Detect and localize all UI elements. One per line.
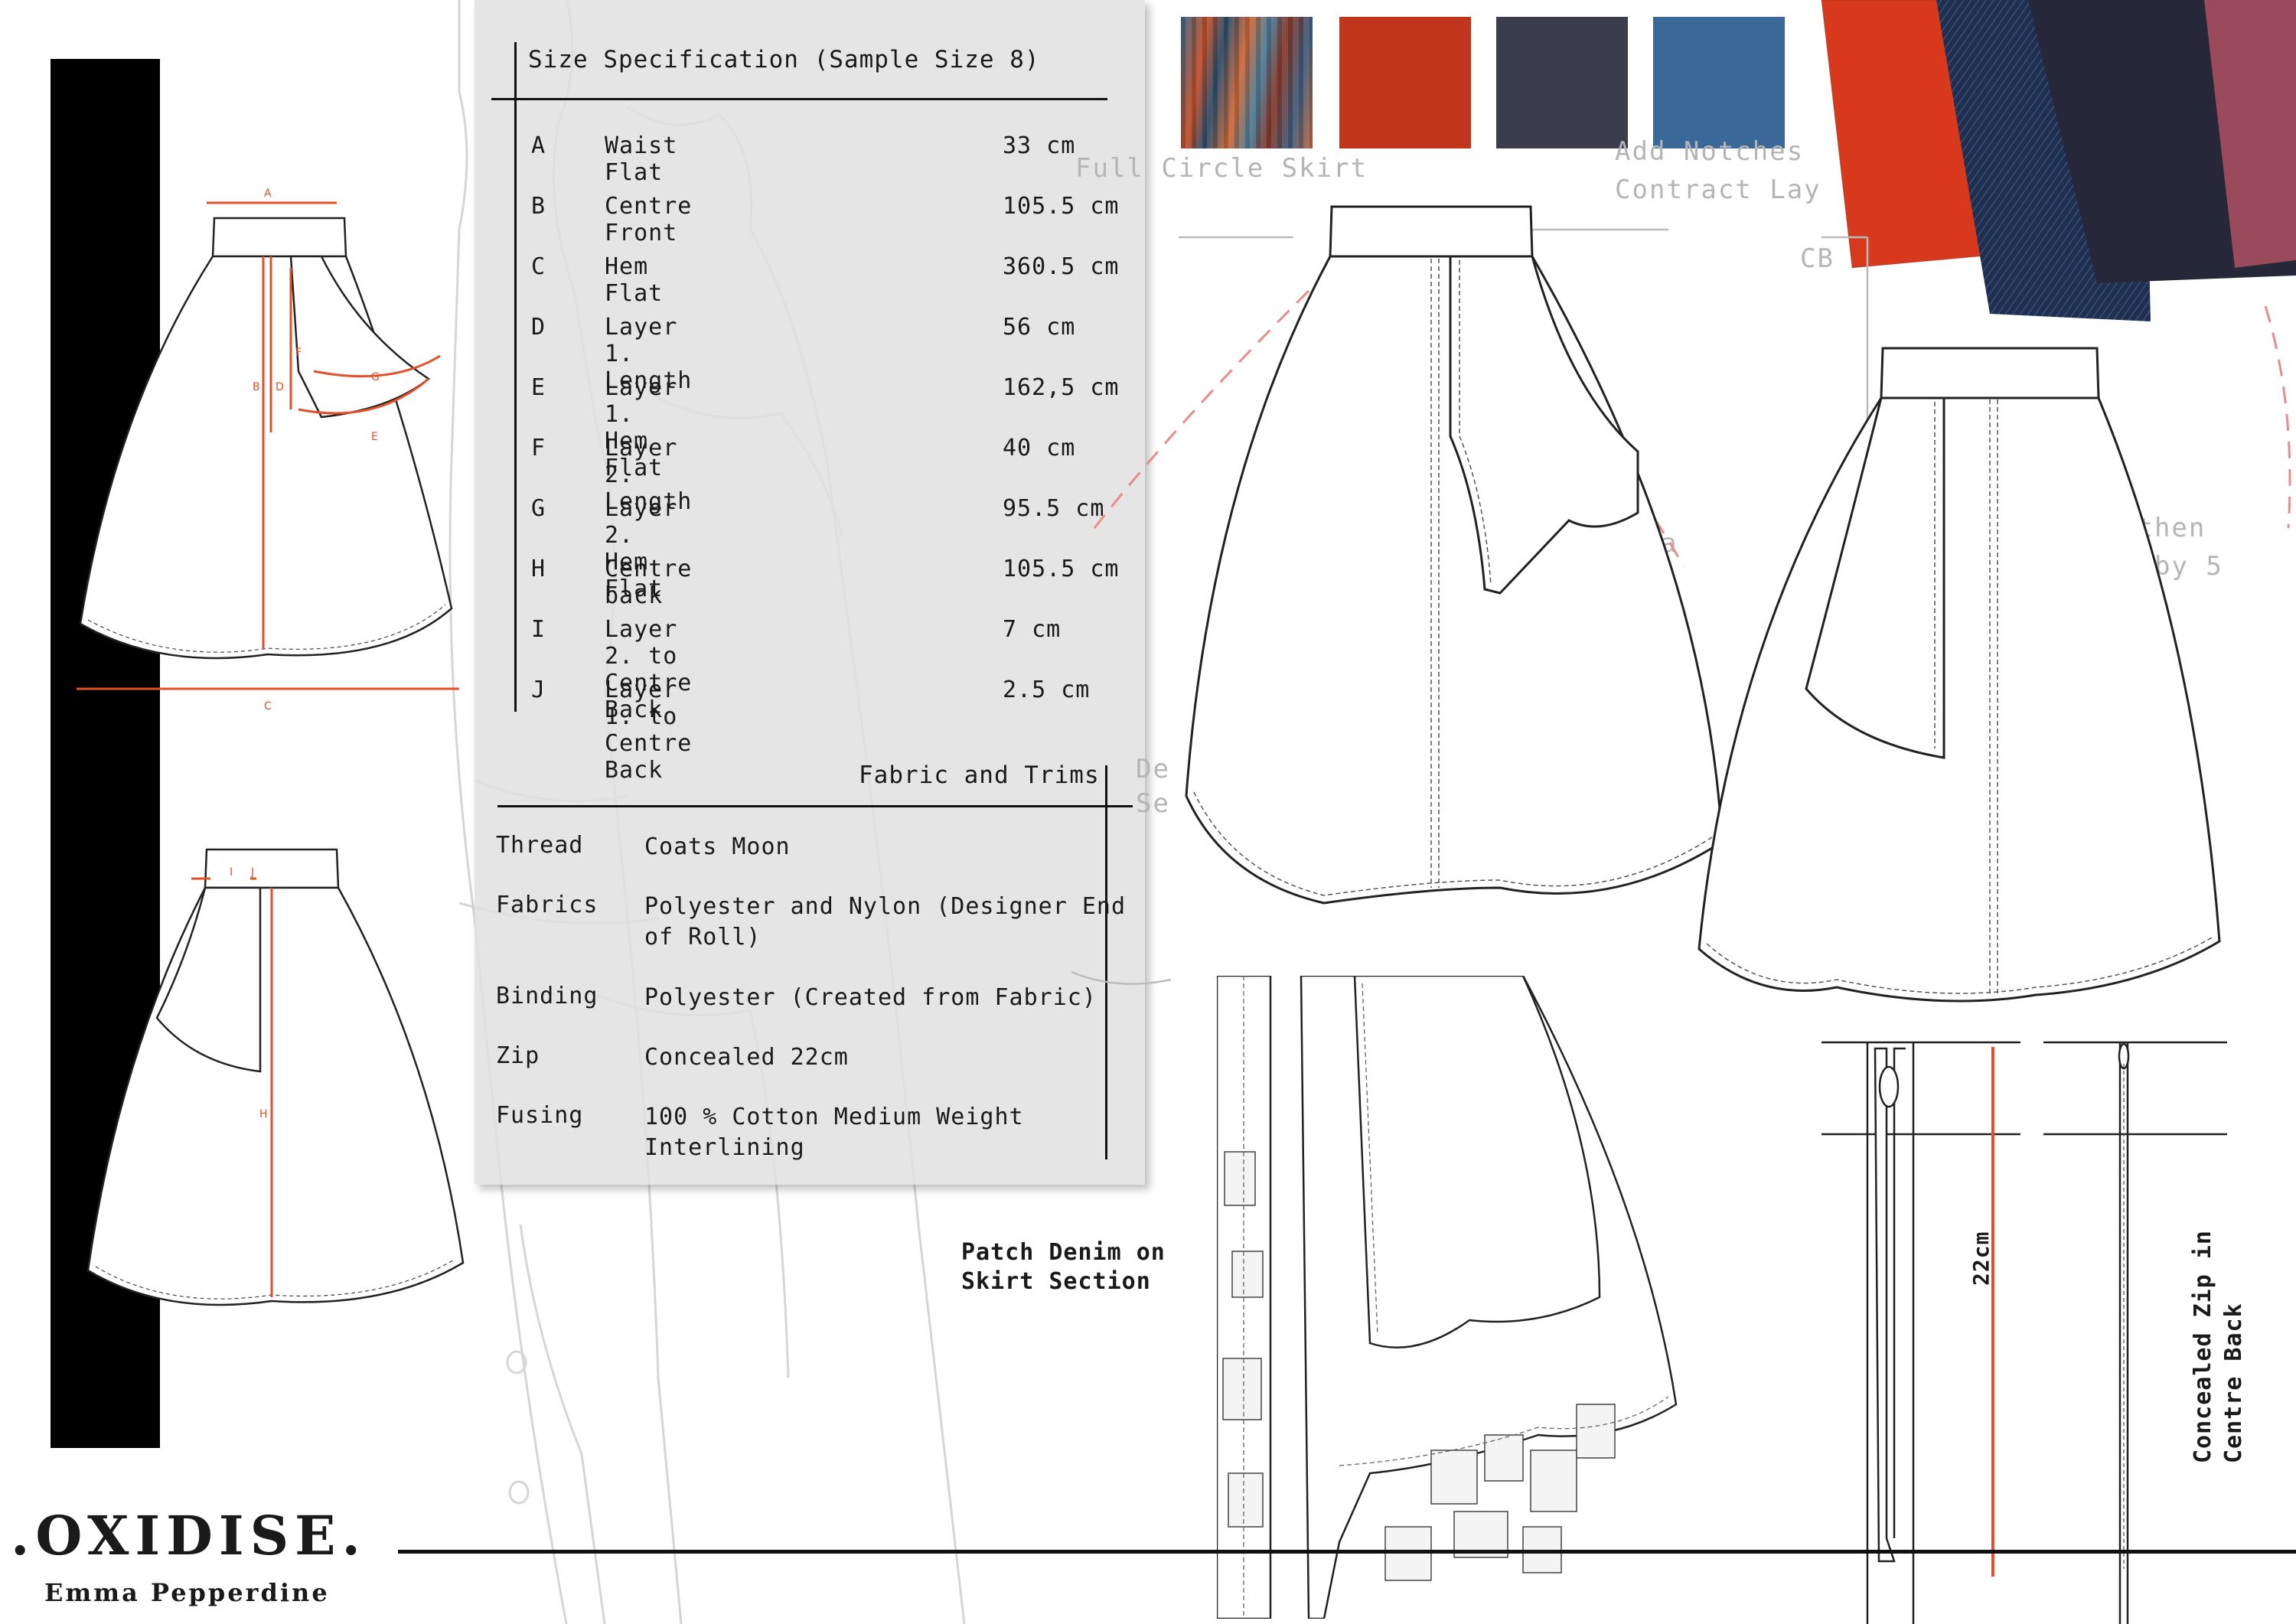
fabric-value: Concealed 22cm bbox=[644, 1044, 849, 1071]
fabric-value: Coats Moon bbox=[644, 833, 791, 860]
spec-name: Layer 1. to Centre Back bbox=[605, 677, 693, 784]
zip-callout-line1: Concealed Zip in bbox=[2190, 1230, 2216, 1463]
spec-name: Centre back bbox=[605, 556, 693, 609]
spec-header-rule bbox=[491, 98, 1107, 100]
brand-logo: .OXIDISE. bbox=[11, 1504, 367, 1567]
concealed-zip-detail bbox=[1821, 1041, 2227, 1624]
spec-key: F bbox=[531, 435, 546, 461]
fabric-header-rule bbox=[497, 805, 1133, 807]
zip-length-label: 22cm bbox=[1968, 1231, 1994, 1286]
patch-callout-line2: Skirt Section bbox=[961, 1268, 1151, 1295]
dim-letter-g: G bbox=[371, 371, 380, 383]
fabric-value: Polyester (Created from Fabric) bbox=[644, 984, 1097, 1011]
spec-name: Hem Flat bbox=[605, 253, 664, 307]
zip-callout-line2: Centre Back bbox=[2220, 1303, 2247, 1463]
designer-name: Emma Pepperdine bbox=[44, 1578, 330, 1607]
fabric-value: Polyester and Nylon (Designer End of Rol… bbox=[644, 893, 1127, 951]
fabric-key: Thread bbox=[496, 832, 584, 859]
dim-letter-e: E bbox=[371, 431, 378, 443]
dim-letter-d: D bbox=[276, 381, 284, 393]
fabric-key: Fusing bbox=[496, 1102, 584, 1129]
fabric-key: Binding bbox=[496, 983, 598, 1009]
fabric-key: Zip bbox=[496, 1042, 540, 1069]
spec-key: C bbox=[531, 253, 546, 280]
patch-callout-line1: Patch Denim on bbox=[961, 1239, 1166, 1266]
spec-value: 40 cm bbox=[1003, 435, 1076, 461]
dim-letter-i: I bbox=[230, 866, 233, 879]
spec-key: D bbox=[531, 314, 546, 341]
spec-key: H bbox=[531, 556, 546, 582]
spec-name: Centre Front bbox=[605, 193, 693, 246]
fabric-trims-title: Fabric and Trims bbox=[859, 761, 1100, 789]
dim-letter-h: H bbox=[259, 1108, 268, 1120]
front-flat-measurement-diagram: A B D F E G C bbox=[77, 188, 459, 713]
back-flat-measurement-diagram: I J H bbox=[86, 848, 465, 1306]
bottom-baseline bbox=[398, 1550, 2296, 1554]
spec-value: 56 cm bbox=[1003, 314, 1076, 341]
faded-label-add-notches: Add Notches bbox=[1615, 136, 1805, 167]
dim-letter-j: J bbox=[250, 866, 254, 879]
spec-key: E bbox=[531, 374, 546, 401]
dim-letter-c: C bbox=[264, 700, 272, 713]
swatch-blue bbox=[1653, 17, 1785, 148]
main-skirt-flats bbox=[1071, 205, 2291, 1003]
dim-letter-a: A bbox=[264, 188, 272, 200]
spec-value: 7 cm bbox=[1003, 616, 1062, 643]
spec-key: J bbox=[531, 677, 546, 703]
spec-key: I bbox=[531, 616, 546, 643]
patch-denim-closeup bbox=[1217, 976, 1678, 1619]
spec-key: G bbox=[531, 495, 546, 522]
fabric-key: Fabrics bbox=[496, 892, 598, 918]
spec-name: Waist Flat bbox=[605, 132, 678, 186]
spec-key: B bbox=[531, 193, 546, 220]
spec-vertical-rule bbox=[514, 42, 517, 712]
dim-letter-b: B bbox=[253, 381, 260, 393]
spec-title: Size Specification (Sample Size 8) bbox=[528, 46, 1040, 73]
dim-letter-f: F bbox=[295, 347, 302, 359]
spec-value: 33 cm bbox=[1003, 132, 1076, 159]
fabric-value: 100 % Cotton Medium Weight Interlining bbox=[644, 1104, 1024, 1161]
spec-key: A bbox=[531, 132, 546, 159]
swatch-navy bbox=[1496, 17, 1628, 148]
swatch-painted-print bbox=[1181, 17, 1313, 148]
swatch-red bbox=[1339, 17, 1471, 148]
